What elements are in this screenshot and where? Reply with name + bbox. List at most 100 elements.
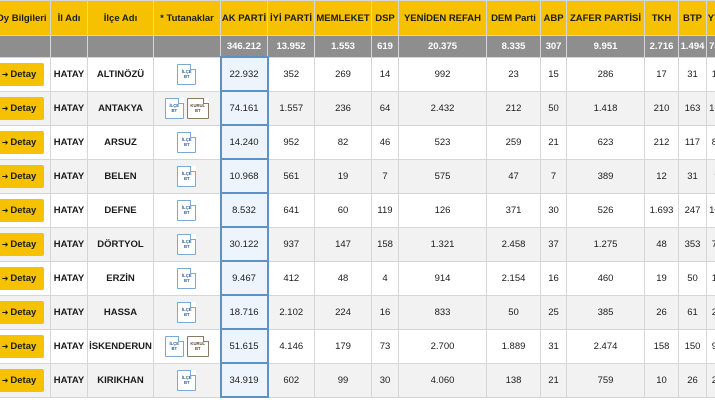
vote-zafer-partisi-cell: 1.418 <box>566 90 645 126</box>
total-memleket: 1.553 <box>314 35 372 58</box>
ilce-bt-document-icon[interactable]: İLÇE BT <box>177 301 197 323</box>
detay-button[interactable]: ➜ Detay <box>0 300 45 324</box>
ilce-bt-document-icon[interactable]: İLÇE BT <box>177 165 197 187</box>
ilce-bt-document-icon[interactable]: İLÇE BT <box>164 97 184 119</box>
vote-iyi-parti-cell: 602 <box>267 362 315 398</box>
detay-label: Detay <box>10 102 37 114</box>
header-tkh: TKH <box>644 0 679 36</box>
vote-abp-cell: 31 <box>540 328 567 364</box>
total-iyi-parti: 13.952 <box>267 35 315 58</box>
document-sublabel: BT <box>183 142 190 147</box>
il-adi-cell: HATAY <box>50 226 88 262</box>
vote-yeniden-refah-cell: 575 <box>398 158 487 194</box>
arrow-right-icon: ➜ <box>1 69 9 79</box>
ilce-bt-document-icon[interactable]: İLÇE BT <box>177 63 197 85</box>
detay-button[interactable]: ➜ Detay <box>0 266 45 290</box>
kurul-bt-document-icon[interactable]: KURUL BT <box>186 335 209 357</box>
vote-zafer-partisi-cell: 286 <box>566 56 645 92</box>
ilce-adi-cell: HASSA <box>87 294 154 330</box>
total-yeniden-refah: 20.375 <box>398 35 487 58</box>
vote-tkh-cell: 48 <box>644 226 679 262</box>
vote-ak-parti-cell: 74.161 <box>219 90 269 126</box>
detay-button[interactable]: ➜ Detay <box>0 198 45 222</box>
vote-ytp-cell: 80 <box>706 124 715 160</box>
detay-button[interactable]: ➜ Detay <box>0 62 45 86</box>
ilce-bt-document-icon[interactable]: İLÇE BT <box>164 335 184 357</box>
vote-ak-parti-cell: 8.532 <box>219 192 269 228</box>
vote-tkh-cell: 212 <box>644 124 679 160</box>
header-ak-parti: AK PARTİ <box>220 0 268 36</box>
il-adi-cell: HATAY <box>50 362 88 398</box>
vote-zafer-partisi-cell: 1.275 <box>566 226 645 262</box>
ilce-bt-document-icon[interactable]: İLÇE BT <box>177 131 197 153</box>
ilce-adi-cell: ALTINÖZÜ <box>87 56 154 92</box>
table-row: ➜ Detay HATAY ALTINÖZÜ İLÇE BT 22.932 352 269 14 9… <box>0 56 715 92</box>
vote-abp-cell: 16 <box>540 260 567 296</box>
ilce-bt-document-icon[interactable]: İLÇE BT <box>177 233 197 255</box>
detay-label: Detay <box>10 306 37 318</box>
vote-tkh-cell: 1.693 <box>644 192 679 228</box>
ilce-bt-document-icon[interactable]: İLÇE BT <box>177 199 197 221</box>
vote-btp-cell: 31 <box>678 158 707 194</box>
detay-cell: ➜ Detay <box>0 328 51 364</box>
detay-label: Detay <box>10 374 37 386</box>
detay-label: Detay <box>10 68 37 80</box>
vote-dem-parti-cell: 2.154 <box>486 260 541 296</box>
total-tkh: 2.716 <box>644 35 679 58</box>
il-adi-cell: HATAY <box>50 192 88 228</box>
vote-iyi-parti-cell: 641 <box>267 192 315 228</box>
il-adi-cell: HATAY <box>50 294 88 330</box>
kurul-bt-document-icon[interactable]: KURUL BT <box>186 97 209 119</box>
vote-yeniden-refah-cell: 833 <box>398 294 487 330</box>
vote-btp-cell: 163 <box>678 90 707 126</box>
arrow-right-icon: ➜ <box>1 307 9 317</box>
vote-dsp-cell: 4 <box>371 260 399 296</box>
ilce-adi-cell: DEFNE <box>87 192 154 228</box>
vote-yeniden-refah-cell: 2.700 <box>398 328 487 364</box>
header-iyi-parti: İYİ PARTİ <box>267 0 315 36</box>
header-ilce-adi: İlçe Adı <box>87 0 154 36</box>
document-sublabel: BT <box>194 346 201 351</box>
detay-label: Detay <box>10 340 37 352</box>
document-sublabel: BT <box>183 278 190 283</box>
arrow-right-icon: ➜ <box>1 103 9 113</box>
ilce-adi-cell: KIRIKHAN <box>87 362 154 398</box>
header-zafer-partisi: ZAFER PARTİSİ <box>566 0 645 36</box>
vote-btp-cell: 150 <box>678 328 707 364</box>
vote-dsp-cell: 73 <box>371 328 399 364</box>
vote-dem-parti-cell: 138 <box>486 362 541 398</box>
vote-dem-parti-cell: 1.889 <box>486 328 541 364</box>
vote-abp-cell: 25 <box>540 294 567 330</box>
vote-iyi-parti-cell: 4.146 <box>267 328 315 364</box>
detay-button[interactable]: ➜ Detay <box>0 130 45 154</box>
table-row: ➜ Detay HATAY HASSA İLÇE BT 18.716 2.102 224 16 83… <box>0 294 715 330</box>
detay-button[interactable]: ➜ Detay <box>0 232 45 256</box>
vote-yeniden-refah-cell: 126 <box>398 192 487 228</box>
total-btp: 1.494 <box>678 35 707 58</box>
vote-tkh-cell: 19 <box>644 260 679 296</box>
vote-ak-parti-cell: 18.716 <box>219 294 269 330</box>
detay-cell: ➜ Detay <box>0 260 51 296</box>
arrow-right-icon: ➜ <box>1 137 9 147</box>
vote-dsp-cell: 14 <box>371 56 399 92</box>
vote-yeniden-refah-cell: 523 <box>398 124 487 160</box>
vote-dsp-cell: 119 <box>371 192 399 228</box>
vote-ak-parti-cell: 9.467 <box>219 260 269 296</box>
ilce-adi-cell: ARSUZ <box>87 124 154 160</box>
ilce-bt-document-icon[interactable]: İLÇE BT <box>177 267 197 289</box>
vote-ak-parti-cell: 34.919 <box>219 362 269 398</box>
detay-button[interactable]: ➜ Detay <box>0 164 45 188</box>
detay-label: Detay <box>10 272 37 284</box>
vote-tkh-cell: 210 <box>644 90 679 126</box>
vote-zafer-partisi-cell: 526 <box>566 192 645 228</box>
total-dem-parti: 8.335 <box>486 35 541 58</box>
header-dem-parti: DEM Parti <box>486 0 541 36</box>
il-adi-cell: HATAY <box>50 158 88 194</box>
detay-button[interactable]: ➜ Detay <box>0 334 45 358</box>
vote-dem-parti-cell: 259 <box>486 124 541 160</box>
ilce-bt-document-icon[interactable]: İLÇE BT <box>177 369 197 391</box>
document-sublabel: BT <box>183 380 190 385</box>
detay-button[interactable]: ➜ Detay <box>0 96 45 120</box>
detay-button[interactable]: ➜ Detay <box>0 368 45 392</box>
vote-memleket-cell: 147 <box>314 226 372 262</box>
